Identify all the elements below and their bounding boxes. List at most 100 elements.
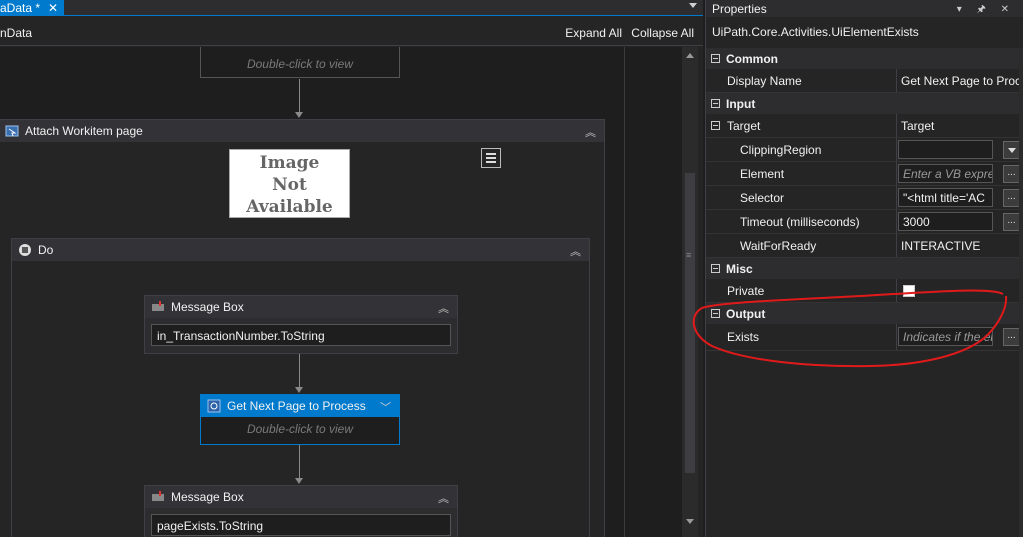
category-label: Output [726,306,766,321]
activity-type-name: UiPath.Core.Activities.UiElementExists [712,25,919,39]
ellipsis-button[interactable]: ... [1003,189,1020,207]
category-label: Common [726,51,778,66]
workflow-designer: aData * ✕ nData Expand All Collapse All … [0,0,703,537]
property-value[interactable]: Enter a VB expression ... [897,162,1023,185]
document-tab[interactable]: aData * ✕ [0,0,65,16]
message-text-field[interactable]: pageExists.ToString [151,514,451,536]
property-row-exists: Exists Indicates if the element exists .… [706,324,1023,351]
category-label: Misc [726,261,753,276]
property-value[interactable]: INTERACTIVE [897,234,1023,257]
activity-title: Attach Workitem page [25,124,143,138]
scrollbar-thumb[interactable] [685,173,695,473]
properties-scrollbar[interactable] [1019,48,1023,537]
image-placeholder-line: Available [246,197,333,217]
property-row-private: Private [706,279,1023,303]
property-row-display-name: Display Name Get Next Page to Process [706,69,1023,93]
category-misc[interactable]: Misc [706,258,1023,279]
collapse-toggle-icon[interactable] [711,121,720,130]
canvas-divider [624,47,625,537]
collapse-icon[interactable] [570,243,581,259]
property-name: Private [724,279,897,302]
designer-canvas[interactable]: Double-click to view Attach Workitem pag… [0,47,682,537]
expand-all-link[interactable]: Expand All [565,26,622,40]
collapse-toggle-icon[interactable] [711,264,720,273]
chevron-down-icon[interactable] [1003,141,1020,159]
property-value[interactable]: Get Next Page to Process [897,69,1023,92]
properties-panel: Properties ▾ 🖈 ✕ UiPath.Core.Activities.… [705,0,1023,537]
vertical-scrollbar[interactable]: ≡ [682,47,698,537]
category-common[interactable]: Common [706,48,1023,69]
expand-icon[interactable] [380,399,391,415]
attach-window-icon [5,124,19,138]
image-placeholder-line: Not [272,175,307,195]
activity-header[interactable]: Message Box [145,486,457,508]
activity-header[interactable]: Message Box [145,296,457,318]
connector-arrow [295,445,303,484]
category-input[interactable]: Input [706,93,1023,114]
property-name: Exists [724,324,897,350]
breadcrumb[interactable]: nData [0,26,32,40]
sequence-icon [18,243,32,257]
activity-title: Get Next Page to Process [227,399,366,413]
property-name: Selector [724,186,897,209]
expression-input[interactable]: Enter a VB expression [898,164,993,183]
mailbox-icon [151,300,165,314]
category-label: Input [726,96,756,111]
property-value[interactable]: Target [897,114,1023,137]
ellipsis-button[interactable]: ... [1003,328,1020,346]
panel-window-buttons[interactable]: ▾ 🖈 ✕ [957,2,1015,19]
message-text-field[interactable]: in_TransactionNumber.ToString [151,324,451,346]
activity-header[interactable]: Get Next Page to Process [201,395,399,417]
designer-toolbar: nData Expand All Collapse All [0,17,703,46]
selector-input[interactable]: "<html title='AC [898,188,993,207]
timeout-input[interactable]: 3000 [898,212,993,231]
connector-arrow [295,354,303,393]
properties-title-bar: Properties ▾ 🖈 ✕ [706,0,1023,17]
image-placeholder-line: Image [259,153,320,173]
ellipsis-button[interactable]: ... [1003,165,1020,183]
combo-box[interactable] [898,140,993,159]
connector-arrow [295,79,303,118]
collapse-icon[interactable] [438,300,449,316]
property-name: ClippingRegion [724,138,897,161]
category-output[interactable]: Output [706,303,1023,324]
activity-title: Message Box [171,300,244,314]
exists-output-input[interactable]: Indicates if the element exists [898,327,993,346]
collapse-all-link[interactable]: Collapse All [631,26,694,40]
element-exists-icon [207,399,221,413]
chevron-down-icon[interactable] [689,3,697,8]
property-name: Display Name [724,69,897,92]
double-click-hint: Double-click to view [246,57,354,71]
get-next-page-activity[interactable]: Get Next Page to Process Double-click to… [200,394,400,445]
property-value[interactable]: "<html title='AC ... [897,186,1023,209]
grip-icon: ≡ [686,250,692,260]
activity-title: Do [38,243,54,257]
property-row-element: Element Enter a VB expression ... [706,162,1023,186]
panel-title: Properties [712,1,767,16]
property-value [897,279,1023,302]
scroll-up-icon[interactable] [686,53,694,58]
property-value[interactable]: Indicates if the element exists ... [897,324,1023,350]
property-grid: Common Display Name Get Next Page to Pro… [706,48,1023,351]
collapse-toggle-icon[interactable] [711,54,720,63]
ellipsis-button[interactable]: ... [1003,213,1020,231]
property-value[interactable]: 3000 ... [897,210,1023,233]
collapse-toggle-icon[interactable] [711,99,720,108]
private-checkbox[interactable] [903,284,915,297]
collapsed-activity[interactable]: Double-click to view [200,47,400,78]
activity-header[interactable]: Do [12,239,589,261]
property-value[interactable] [897,138,1023,161]
property-name: Element [724,162,897,185]
double-click-hint: Double-click to view [246,422,354,436]
property-row-timeout: Timeout (milliseconds) 3000 ... [706,210,1023,234]
collapse-icon[interactable] [438,490,449,506]
close-icon[interactable]: ✕ [48,1,58,15]
scroll-down-icon[interactable] [686,519,694,524]
property-row-selector: Selector "<html title='AC ... [706,186,1023,210]
document-tab-bar: aData * ✕ [0,0,703,16]
activity-header[interactable]: Attach Workitem page [0,120,604,142]
menu-icon[interactable] [481,148,501,168]
collapse-icon[interactable] [585,124,596,140]
mailbox-icon [151,490,165,504]
collapse-toggle-icon[interactable] [711,309,720,318]
